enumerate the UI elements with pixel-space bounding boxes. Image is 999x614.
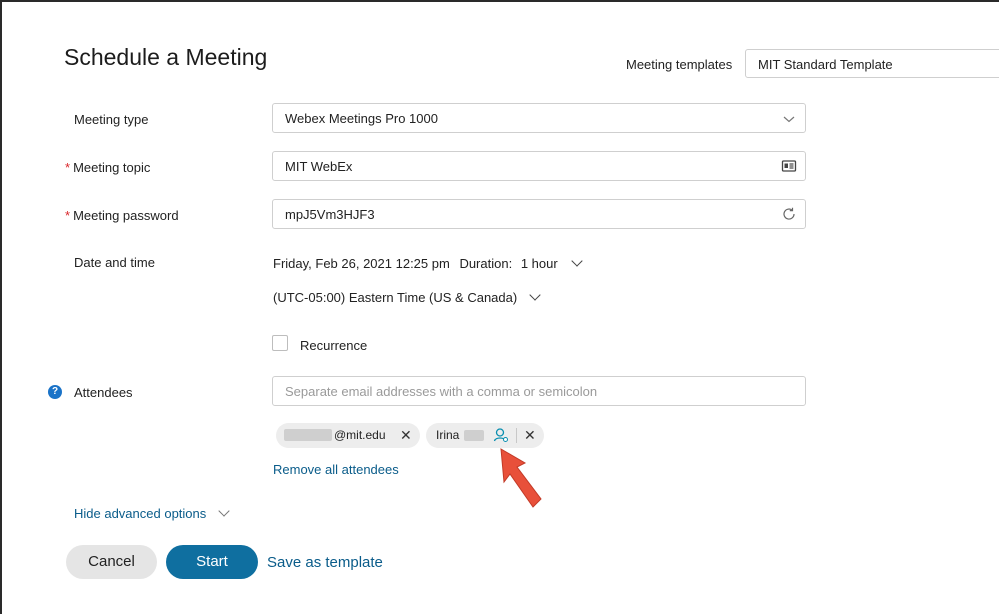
redacted-text: [284, 429, 332, 441]
date-value: Friday, Feb 26, 2021 12:25 pm: [273, 256, 450, 271]
meeting-password-value: mpJ5Vm3HJF3: [285, 207, 375, 222]
remove-attendee-icon[interactable]: ✕: [400, 427, 412, 444]
attendee-email: @mit.edu: [334, 428, 386, 442]
refresh-icon[interactable]: [781, 206, 797, 222]
meeting-type-select[interactable]: Webex Meetings Pro 1000: [272, 103, 806, 133]
meeting-topic-label: * Meeting topic: [65, 160, 151, 175]
attendees-label: Attendees: [74, 385, 133, 400]
required-asterisk: *: [65, 160, 71, 175]
meeting-topic-input[interactable]: MIT WebEx: [272, 151, 806, 181]
duration-value: 1 hour: [520, 256, 558, 271]
hide-advanced-options-link[interactable]: Hide advanced options: [74, 505, 230, 521]
date-time-picker[interactable]: Friday, Feb 26, 2021 12:25 pm Duration: …: [273, 255, 583, 271]
remove-all-attendees-link[interactable]: Remove all attendees: [273, 462, 399, 477]
recurrence-label: Recurrence: [300, 338, 368, 353]
timezone-select[interactable]: (UTC-05:00) Eastern Time (US & Canada): [273, 289, 541, 305]
chevron-down-icon: [218, 505, 230, 517]
meeting-type-label: Meeting type: [74, 112, 149, 127]
date-time-label: Date and time: [74, 255, 155, 270]
timezone-value: (UTC-05:00) Eastern Time (US & Canada): [273, 290, 518, 305]
window-frame: [0, 0, 999, 614]
attendees-placeholder: Separate email addresses with a comma or…: [285, 384, 598, 399]
page-title: Schedule a Meeting: [64, 44, 268, 70]
attendees-input[interactable]: Separate email addresses with a comma or…: [272, 376, 806, 406]
meeting-password-label: * Meeting password: [65, 208, 179, 223]
user-icon[interactable]: [493, 427, 509, 443]
remove-attendee-icon[interactable]: ✕: [524, 427, 536, 444]
meeting-type-value: Webex Meetings Pro 1000: [285, 111, 438, 126]
start-button[interactable]: Start: [166, 545, 258, 579]
meeting-topic-value: MIT WebEx: [285, 159, 353, 174]
contact-card-icon[interactable]: [781, 158, 797, 174]
meeting-templates-label: Meeting templates: [626, 57, 733, 72]
meeting-templates-select[interactable]: MIT Standard Template: [745, 49, 999, 78]
pointer-arrow-icon: [500, 448, 542, 508]
meeting-templates-value: MIT Standard Template: [758, 57, 893, 72]
save-as-template-link[interactable]: Save as template: [267, 554, 383, 571]
meeting-password-input[interactable]: mpJ5Vm3HJF3: [272, 199, 806, 229]
help-icon[interactable]: ?: [48, 385, 62, 399]
required-asterisk: *: [65, 208, 71, 223]
chip-divider: [516, 428, 517, 443]
chevron-down-icon: [529, 289, 541, 301]
chevron-down-icon: [783, 116, 795, 123]
duration-label: Duration:: [459, 256, 513, 271]
cancel-button[interactable]: Cancel: [66, 545, 157, 579]
redacted-text: [464, 430, 484, 441]
attendee-chip: @mit.edu ✕: [276, 423, 420, 448]
attendee-name: Irina: [436, 428, 460, 442]
recurrence-checkbox[interactable]: [272, 335, 288, 351]
chevron-down-icon[interactable]: [571, 255, 583, 267]
